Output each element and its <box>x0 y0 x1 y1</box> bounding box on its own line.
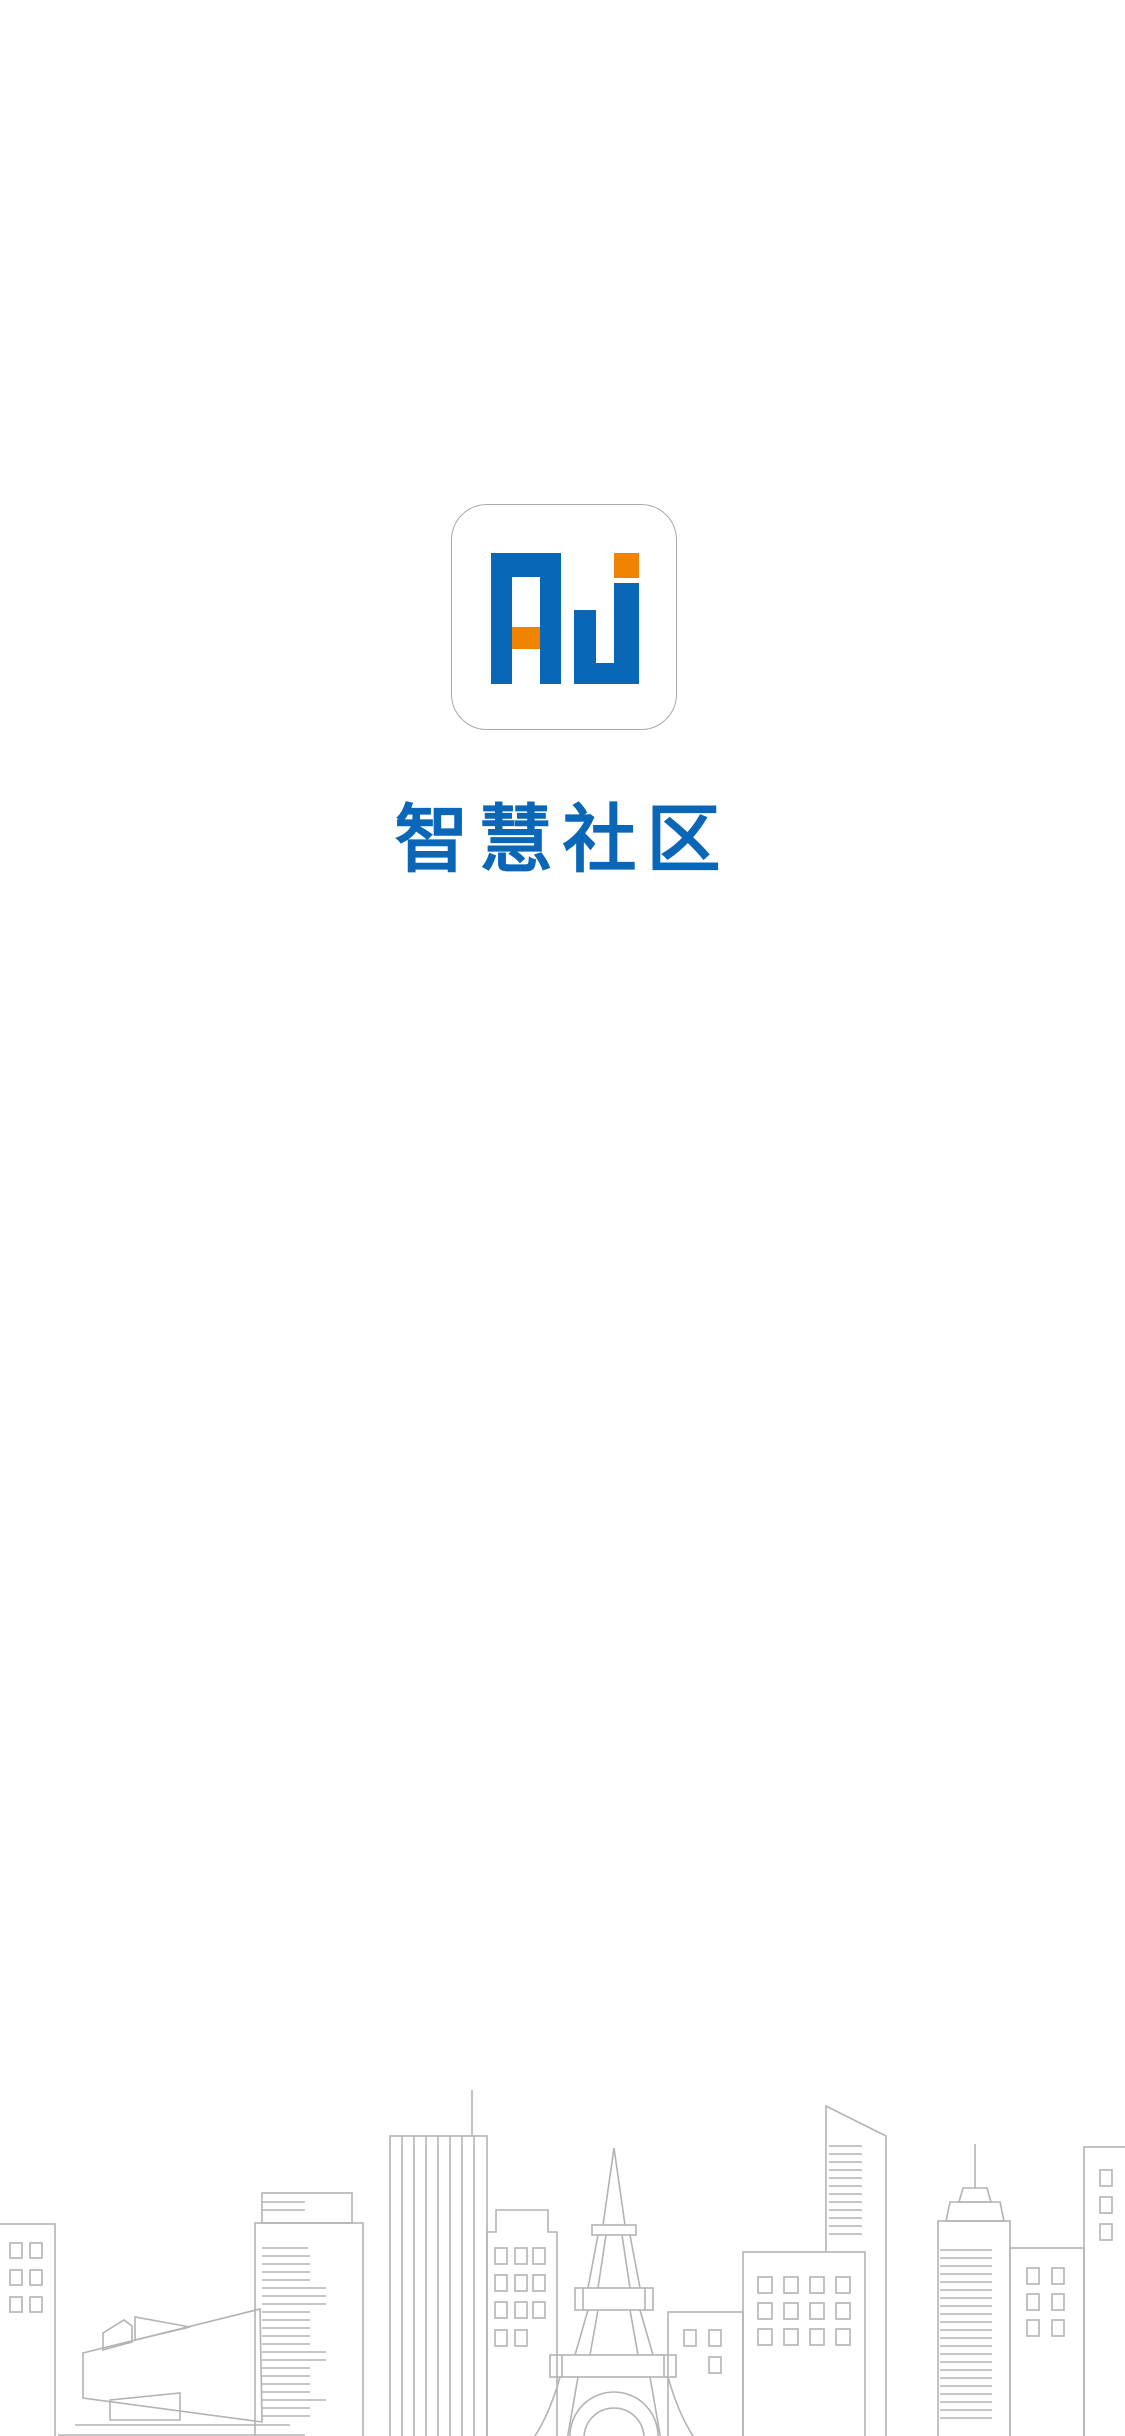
logo-j-hook <box>574 610 596 684</box>
logo-a-right-bar <box>540 553 561 684</box>
stripes <box>262 2201 326 2417</box>
building-small-windows <box>486 2209 558 2436</box>
building-far-left <box>0 2223 56 2436</box>
building-striped-left <box>254 2192 364 2436</box>
building-right-mid <box>1009 2247 1085 2436</box>
tower-landmark <box>533 2147 695 2436</box>
building-tall-tower <box>389 2090 488 2436</box>
app-logo <box>451 504 677 730</box>
building-far-right <box>1083 2146 1125 2436</box>
logo-a-crossbar <box>512 627 540 649</box>
building-wide-grid <box>742 2251 866 2436</box>
building-slanted-tower <box>825 2104 887 2436</box>
app-name-title: 智慧社区 <box>394 797 731 883</box>
aj-logo-icon <box>491 553 639 684</box>
building-small-right-of-tower <box>667 2311 744 2436</box>
city-skyline-illustration <box>0 2090 1125 2436</box>
building-spire <box>937 2144 1011 2436</box>
logo-j-dot <box>614 553 639 578</box>
